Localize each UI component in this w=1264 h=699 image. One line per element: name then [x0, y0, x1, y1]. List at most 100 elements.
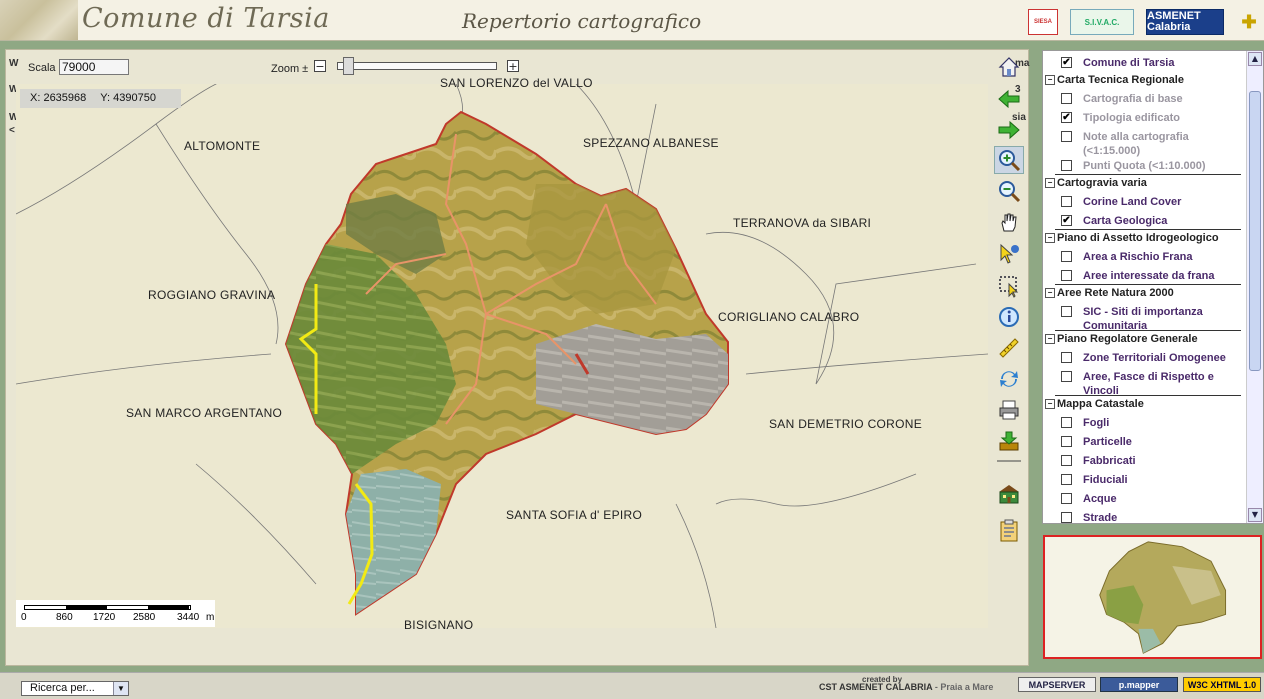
select-rectangle-icon[interactable] — [994, 272, 1024, 300]
search-dropdown[interactable]: Ricerca per... ▼ — [21, 681, 129, 696]
zoom-minus-button[interactable]: − — [314, 60, 326, 72]
collapse-icon[interactable]: − — [1045, 399, 1055, 409]
bg-text-fragment: < — [9, 125, 15, 136]
layer-checkbox-checked[interactable]: ✔ — [1061, 215, 1072, 226]
sivac-logo[interactable]: S.I.V.A.C. — [1070, 9, 1134, 35]
group-divider — [1055, 330, 1241, 331]
zoom-slider-track[interactable] — [337, 62, 497, 70]
collapse-icon[interactable]: − — [1045, 178, 1055, 188]
layer-checkbox[interactable] — [1061, 306, 1072, 317]
layer-label: Aree, Fasce di Rispetto e Vincoli — [1083, 371, 1214, 397]
place-label: BISIGNANO — [404, 618, 474, 632]
layer-panel-scrollbar[interactable]: ▲ ▼ — [1246, 51, 1263, 523]
header-bar: Comune di Tarsia Repertorio cartografico… — [0, 0, 1264, 41]
layer-checkbox-checked[interactable]: ✔ — [1061, 112, 1072, 123]
coordinate-x: X: 2635968 — [30, 92, 87, 104]
layer-label: Tipologia edificato — [1083, 112, 1180, 124]
layer-checkbox[interactable] — [1061, 512, 1072, 523]
siesa-logo[interactable]: SIESA — [1028, 9, 1058, 35]
scroll-down-icon[interactable]: ▼ — [1248, 508, 1262, 522]
info-icon[interactable] — [994, 303, 1024, 331]
coordinates-readout: X: 2635968 Y: 4390750 — [20, 89, 181, 108]
layer-checkbox[interactable] — [1061, 352, 1072, 363]
collapse-icon[interactable]: − — [1045, 288, 1055, 298]
overview-map[interactable] — [1043, 535, 1262, 659]
scale-bar-graphic — [24, 605, 191, 610]
layer-checkbox[interactable] — [1061, 160, 1072, 171]
asmenet-logo[interactable]: ASMENET Calabria — [1146, 9, 1224, 35]
mapserver-badge[interactable]: MAPSERVER — [1018, 677, 1096, 692]
place-label: SAN DEMETRIO CORONE — [769, 417, 923, 431]
collapse-icon[interactable]: − — [1045, 233, 1055, 243]
coordinate-y: Y: 4390750 — [100, 92, 156, 104]
place-label: SANTA SOFIA d' EPIRO — [506, 508, 643, 522]
collapse-icon[interactable]: − — [1045, 334, 1055, 344]
overview-map-drawing — [1099, 541, 1227, 654]
layer-label: Aree interessate da frana — [1083, 270, 1215, 282]
scale-bar: 0 860 1720 2580 3440 m — [16, 600, 215, 627]
layer-checkbox[interactable] — [1061, 455, 1072, 466]
download-icon[interactable] — [994, 427, 1024, 455]
layer-group-header[interactable]: − Cartogravia varia — [1045, 177, 1147, 189]
layer-group-label: Piano di Assetto Idrogeologico — [1057, 232, 1219, 244]
building-icon[interactable] — [994, 480, 1024, 508]
layer-label: Fiduciali — [1083, 474, 1128, 486]
scale-bar-label: 860 — [56, 612, 73, 623]
layer-checkbox[interactable] — [1061, 93, 1072, 104]
pmapper-badge[interactable]: p.mapper — [1100, 677, 1178, 692]
identify-pointer-icon[interactable] — [994, 240, 1024, 268]
scale-bar-unit: m — [206, 612, 215, 623]
place-label: ROGGIANO GRAVINA — [148, 288, 276, 302]
scroll-up-icon[interactable]: ▲ — [1248, 52, 1262, 66]
chevron-down-icon[interactable]: ▼ — [113, 682, 128, 695]
layer-checkbox[interactable] — [1061, 131, 1072, 142]
layer-checkbox[interactable] — [1061, 436, 1072, 447]
map-canvas[interactable] — [16, 84, 988, 628]
scale-label: Scala — [28, 62, 56, 74]
home-icon[interactable] — [994, 53, 1024, 81]
scale-input[interactable]: 79000 — [59, 59, 129, 75]
layer-group-header[interactable]: − Piano di Assetto Idrogeologico — [1045, 232, 1219, 244]
place-label: ALTOMONTE — [184, 139, 261, 153]
layer-checkbox[interactable] — [1061, 196, 1072, 207]
collapse-icon[interactable]: − — [1045, 75, 1055, 85]
layer-group-label: Aree Rete Natura 2000 — [1057, 287, 1174, 299]
credit-place: - Praia a Mare — [932, 682, 994, 692]
layer-panel[interactable]: ✔ Comune di Tarsia − Carta Tecnica Regional… — [1042, 50, 1264, 524]
layer-checkbox[interactable] — [1061, 371, 1072, 382]
layer-checkbox[interactable] — [1061, 251, 1072, 262]
layer-checkbox[interactable] — [1061, 417, 1072, 428]
layer-checkbox-checked[interactable]: ✔ — [1061, 57, 1072, 68]
layer-group-header[interactable]: − Aree Rete Natura 2000 — [1045, 287, 1174, 299]
app-title: Comune di Tarsia — [82, 3, 330, 34]
group-divider — [1055, 284, 1241, 285]
layer-checkbox[interactable] — [1061, 474, 1072, 485]
scale-bar-segment — [148, 606, 189, 609]
place-label: SAN MARCO ARGENTANO — [126, 406, 283, 420]
zoom-in-icon[interactable] — [994, 146, 1024, 174]
group-divider — [1055, 174, 1241, 175]
zoom-plus-button[interactable]: + — [507, 60, 519, 72]
sivac-logo-text: S.I.V.A.C. — [1084, 17, 1120, 27]
layer-group-header[interactable]: − Mappa Catastale — [1045, 398, 1144, 410]
measure-ruler-icon[interactable] — [994, 334, 1024, 362]
layer-group-header[interactable]: − Piano Regolatore Generale — [1045, 333, 1198, 345]
layer-group-header[interactable]: − Carta Tecnica Regionale — [1045, 74, 1184, 86]
zoom-out-icon[interactable] — [994, 177, 1024, 205]
layer-checkbox[interactable] — [1061, 493, 1072, 504]
pan-hand-icon[interactable] — [994, 208, 1024, 236]
layer-checkbox[interactable] — [1061, 270, 1072, 281]
forward-arrow-icon[interactable] — [994, 116, 1024, 144]
search-dropdown-value: Ricerca per... — [30, 682, 95, 694]
scroll-thumb[interactable] — [1249, 91, 1261, 371]
print-icon[interactable] — [994, 396, 1024, 424]
map-drawing — [16, 84, 988, 628]
back-arrow-icon[interactable] — [994, 85, 1024, 113]
layer-group-label: Cartogravia varia — [1057, 177, 1147, 189]
clipboard-icon[interactable] — [994, 516, 1024, 544]
w3c-xhtml-badge[interactable]: W3C XHTML 1.0 — [1183, 677, 1261, 692]
zoom-slider-handle[interactable] — [343, 57, 354, 75]
layer-label: Comune di Tarsia — [1083, 57, 1175, 69]
layer-label: Strade — [1083, 512, 1118, 524]
refresh-icon[interactable] — [994, 365, 1024, 393]
